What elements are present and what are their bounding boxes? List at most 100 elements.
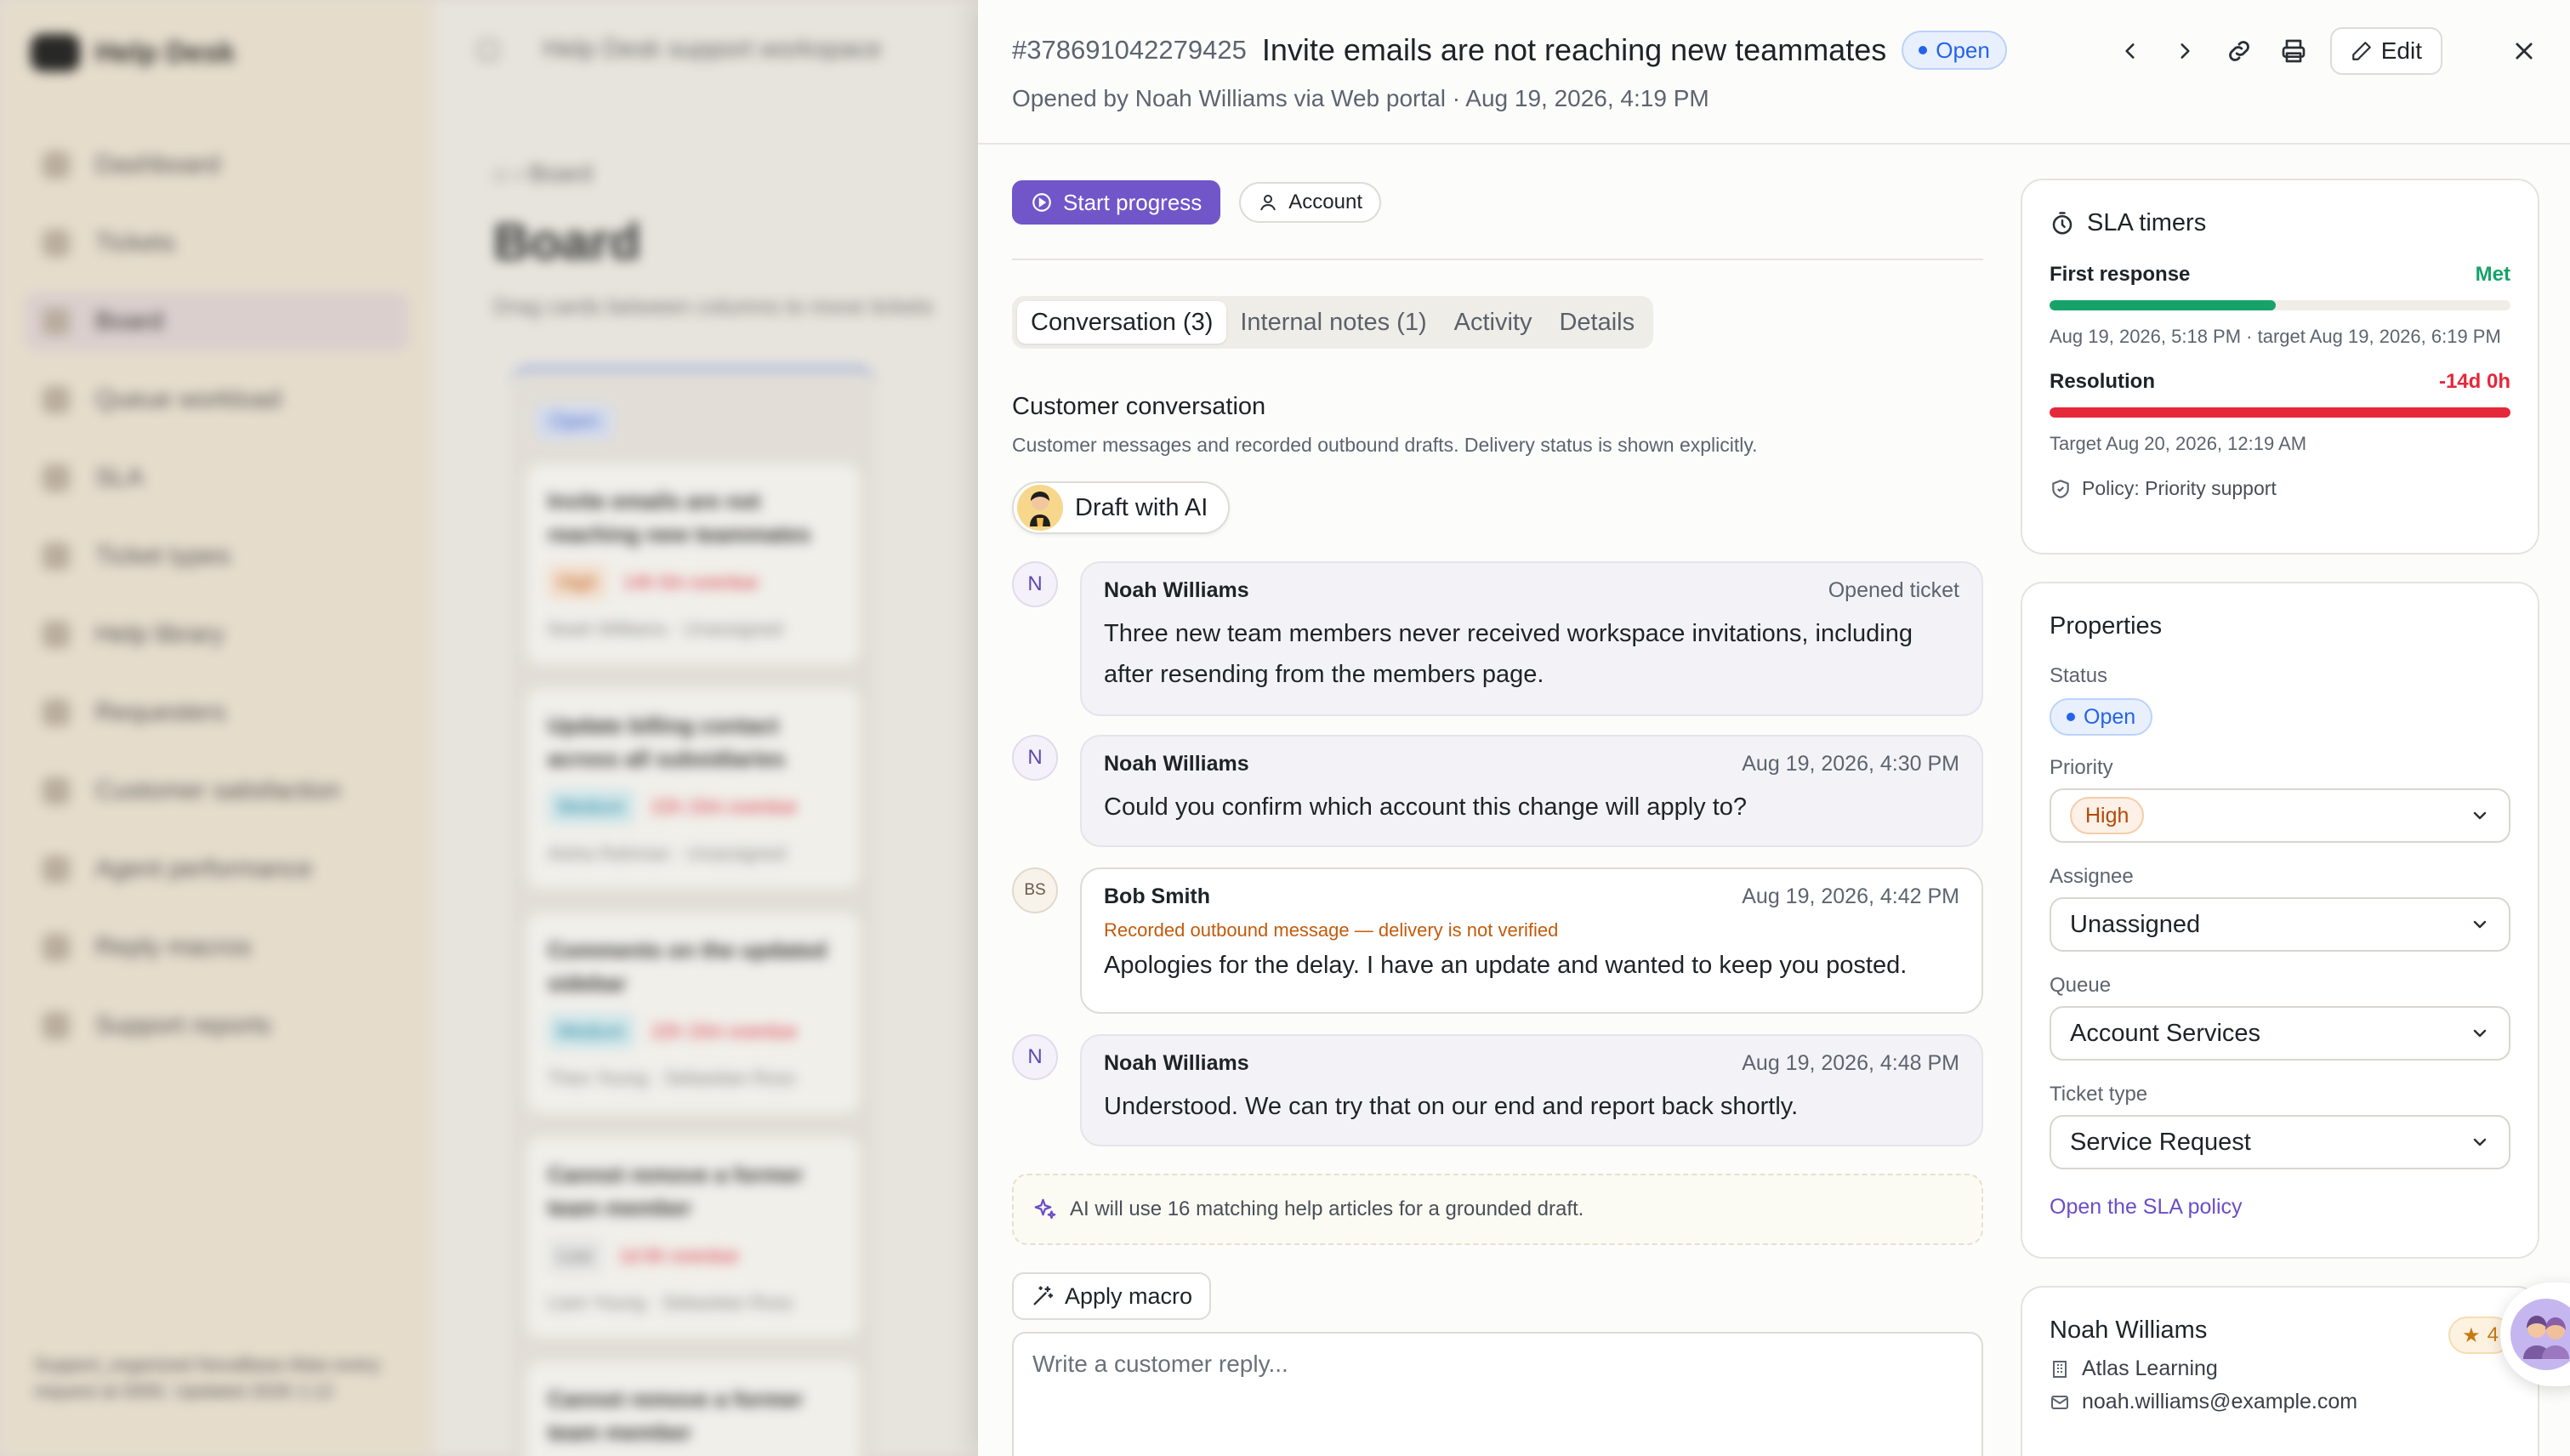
close-drawer-button[interactable] bbox=[2504, 31, 2544, 71]
status-badge: Open bbox=[2050, 698, 2153, 736]
requester-email[interactable]: noah.williams@example.com bbox=[2050, 1390, 2510, 1414]
printer-icon bbox=[2282, 39, 2306, 63]
avatar: BS bbox=[1012, 867, 1058, 913]
ticket-header: #378691042279425 Invite emails are not r… bbox=[978, 0, 2570, 145]
message-author: Bob Smith bbox=[1104, 884, 1210, 908]
mail-icon bbox=[2051, 1395, 2068, 1409]
tab-details[interactable]: Details bbox=[1545, 301, 1648, 344]
chevron-down-icon bbox=[2473, 811, 2487, 820]
avatar: N bbox=[1012, 561, 1058, 607]
print-button[interactable] bbox=[2276, 33, 2311, 69]
header-actions: Edit bbox=[2112, 27, 2544, 75]
ai-grounding-note: AI will use 16 matching help articles fo… bbox=[1012, 1174, 1983, 1245]
message-body: Understood. We can try that on our end a… bbox=[1104, 1093, 1799, 1120]
conversation-description: Customer messages and recorded outbound … bbox=[1012, 434, 1758, 456]
stopwatch-icon bbox=[2052, 211, 2072, 234]
resolution-progress bbox=[2050, 407, 2510, 418]
message-author: Noah Williams bbox=[1104, 1051, 1249, 1075]
ticket-type-select[interactable]: Service Request bbox=[2050, 1115, 2510, 1169]
resolution-status: -14d 0h bbox=[2438, 370, 2510, 394]
ticket-title-row: #378691042279425 Invite emails are not r… bbox=[1012, 31, 2007, 70]
tab-internal-notes[interactable]: Internal notes (1) bbox=[1226, 301, 1440, 344]
message-body: Could you confirm which account this cha… bbox=[1104, 793, 1748, 821]
pencil-icon bbox=[2351, 42, 2371, 60]
next-ticket-button[interactable] bbox=[2167, 33, 2203, 69]
chevron-down-icon bbox=[2473, 920, 2487, 929]
magic-wand-icon bbox=[1033, 1286, 1054, 1305]
status-badge: Open bbox=[1902, 31, 2007, 70]
team-avatar-icon bbox=[2510, 1299, 2570, 1370]
queue-label: Queue bbox=[2050, 974, 2112, 997]
requester-company: Atlas Learning bbox=[2050, 1356, 2510, 1381]
chevron-down-icon bbox=[2473, 1029, 2487, 1038]
tab-activity[interactable]: Activity bbox=[1441, 301, 1546, 344]
user-icon bbox=[1260, 195, 1276, 211]
status-dot-icon bbox=[1919, 46, 1928, 54]
status-field[interactable]: Open bbox=[2050, 698, 2510, 736]
priority-label: Priority bbox=[2050, 756, 2113, 779]
first-response-row: First response Met bbox=[2050, 263, 2510, 287]
ai-assistant-avatar-icon bbox=[1017, 485, 1063, 531]
assignee-label: Assignee bbox=[2050, 865, 2134, 888]
message-timestamp: Opened ticket bbox=[1828, 578, 1959, 602]
resolution-row: Resolution -14d 0h bbox=[2050, 370, 2510, 394]
chevron-right-icon bbox=[2181, 43, 2190, 59]
start-progress-button[interactable]: Start progress bbox=[1012, 180, 1221, 225]
edit-button[interactable]: Edit bbox=[2329, 27, 2442, 75]
first-response-status: Met bbox=[2475, 263, 2510, 286]
sparkle-icon bbox=[1034, 1198, 1056, 1220]
priority-select[interactable]: High bbox=[2050, 788, 2510, 843]
ticket-title: Invite emails are not reaching new teamm… bbox=[1261, 32, 1887, 67]
resolution-label: Resolution bbox=[2050, 370, 2155, 394]
properties-card: Properties Status Open Priority High Ass… bbox=[2021, 582, 2539, 1259]
close-icon bbox=[2516, 43, 2533, 60]
copy-link-button[interactable] bbox=[2221, 33, 2257, 69]
apply-macro-button[interactable]: Apply macro bbox=[1012, 1272, 1212, 1320]
chevron-left-icon bbox=[2125, 43, 2135, 59]
message-body: Apologies for the delay. I have an updat… bbox=[1104, 952, 1908, 979]
sla-policy-link[interactable]: Open the SLA policy bbox=[2050, 1195, 2510, 1220]
queue-select[interactable]: Account Services bbox=[2050, 1006, 2510, 1061]
conversation-title: Customer conversation bbox=[1012, 393, 1266, 420]
first-response-detail: Aug 19, 2026, 5:18 PM · target Aug 19, 2… bbox=[2050, 326, 2501, 347]
ticket-actions: Start progress Account bbox=[1012, 180, 1382, 225]
conversation-tabs: Conversation (3) Internal notes (1) Acti… bbox=[1012, 296, 1654, 349]
message-author: Noah Williams bbox=[1104, 578, 1249, 602]
modal-backdrop[interactable] bbox=[0, 0, 978, 1456]
ticket-drawer: #378691042279425 Invite emails are not r… bbox=[978, 0, 2570, 1456]
sla-policy: Policy: Priority support bbox=[2050, 474, 2510, 504]
star-icon: ★ bbox=[2462, 1323, 2481, 1347]
avatar: N bbox=[1012, 1034, 1058, 1080]
account-button[interactable]: Account bbox=[1239, 182, 1382, 223]
previous-ticket-button[interactable] bbox=[2112, 33, 2148, 69]
reply-textarea[interactable]: Write a customer reply... bbox=[1012, 1332, 1983, 1456]
status-dot-icon bbox=[2067, 713, 2075, 721]
delivery-warning: Recorded outbound message — delivery is … bbox=[1104, 919, 1559, 941]
avatar: N bbox=[1012, 735, 1058, 781]
sla-timers-card: SLA timers First response Met Aug 19, 20… bbox=[2021, 179, 2539, 555]
assignee-select[interactable]: Unassigned bbox=[2050, 897, 2510, 952]
first-response-progress bbox=[2050, 300, 2510, 310]
link-icon bbox=[2228, 41, 2249, 61]
message-bubble: Noah Williams Aug 19, 2026, 4:48 PM Unde… bbox=[1080, 1034, 1983, 1146]
resolution-progress-fill bbox=[2050, 407, 2510, 418]
message-bubble: Bob Smith Aug 19, 2026, 4:42 PM Recorded… bbox=[1080, 867, 1983, 1014]
resolution-detail: Target Aug 20, 2026, 12:19 AM bbox=[2050, 433, 2307, 455]
ticket-opened-line: Opened by Noah Williams via Web portal ·… bbox=[1012, 85, 1709, 111]
first-response-label: First response bbox=[2050, 263, 2191, 286]
play-circle-icon bbox=[1032, 193, 1051, 212]
status-label: Status bbox=[2050, 664, 2108, 687]
message-author: Noah Williams bbox=[1104, 752, 1249, 776]
message-timestamp: Aug 19, 2026, 4:42 PM bbox=[1742, 884, 1959, 908]
first-response-progress-fill bbox=[2050, 300, 2276, 310]
chevron-down-icon bbox=[2473, 1138, 2487, 1146]
shield-icon bbox=[2052, 480, 2069, 498]
message-body: Three new team members never received wo… bbox=[1104, 620, 1913, 689]
draft-with-ai-button[interactable]: Draft with AI bbox=[1012, 481, 1231, 534]
tab-conversation[interactable]: Conversation (3) bbox=[1017, 301, 1227, 344]
requester-name: Noah Williams bbox=[2050, 1317, 2208, 1344]
message-bubble: Noah Williams Opened ticket Three new te… bbox=[1080, 561, 1983, 716]
properties-title: Properties bbox=[2050, 612, 2163, 640]
message-bubble: Noah Williams Aug 19, 2026, 4:30 PM Coul… bbox=[1080, 735, 1983, 847]
building-icon bbox=[2053, 1360, 2067, 1378]
